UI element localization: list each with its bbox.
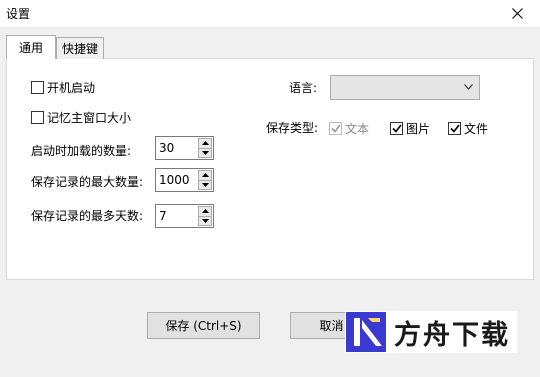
max-records-value[interactable]: 1000 <box>159 173 190 187</box>
window-title: 设置 <box>6 7 31 21</box>
max-days-stepper[interactable]: 7 <box>155 204 214 228</box>
save-type-image-label: 图片 <box>406 122 431 136</box>
language-label: 语言: <box>289 81 318 95</box>
max-days-label: 保存记录的最多天数: <box>31 209 144 223</box>
max-days-down-button[interactable] <box>198 216 212 226</box>
tab-shortcuts[interactable]: 快捷键 <box>56 37 104 59</box>
watermark-logo: 方舟下载 <box>345 311 517 353</box>
autostart-label: 开机启动 <box>47 81 96 95</box>
chevron-down-icon <box>464 84 473 90</box>
checkmark-icon <box>449 124 460 133</box>
save-type-image-checkbox[interactable]: 图片 <box>390 120 430 137</box>
load-count-up-button[interactable] <box>198 138 212 149</box>
save-type-text-checkbox[interactable]: 文本 <box>329 120 369 137</box>
load-count-label: 启动时加载的数量: <box>31 144 132 158</box>
load-count-stepper[interactable]: 30 <box>155 136 214 160</box>
arrow-up-icon <box>201 173 209 178</box>
close-button[interactable] <box>494 0 540 27</box>
arrow-down-icon <box>201 218 209 223</box>
checkmark-icon <box>391 124 402 133</box>
autostart-checkbox[interactable]: 开机启动 <box>31 79 95 96</box>
checkmark-icon <box>330 124 341 133</box>
save-type-file-checkbox[interactable]: 文件 <box>448 120 488 137</box>
remember-window-checkbox-box[interactable] <box>31 111 44 124</box>
save-type-image-box[interactable] <box>390 122 403 135</box>
load-count-value[interactable]: 30 <box>159 141 174 155</box>
remember-window-label: 记忆主窗口大小 <box>47 111 132 125</box>
arrow-down-icon <box>201 150 209 155</box>
watermark-mark-icon <box>346 312 386 352</box>
max-days-up-button[interactable] <box>198 206 212 217</box>
arrow-down-icon <box>201 182 209 187</box>
max-records-up-button[interactable] <box>198 170 212 181</box>
tab-general-label: 通用 <box>18 41 43 55</box>
cancel-button-label: 取消 <box>319 319 344 333</box>
autostart-checkbox-box[interactable] <box>31 81 44 94</box>
watermark-text: 方舟下载 <box>394 319 510 351</box>
arrow-up-icon <box>201 141 209 146</box>
max-days-value[interactable]: 7 <box>159 209 167 223</box>
close-icon <box>511 8 523 19</box>
language-select[interactable] <box>330 75 480 100</box>
tab-general[interactable]: 通用 <box>6 35 56 59</box>
save-type-file-label: 文件 <box>464 122 489 136</box>
max-records-down-button[interactable] <box>198 180 212 190</box>
save-button-label: 保存 (Ctrl+S) <box>165 319 242 333</box>
remember-window-checkbox[interactable]: 记忆主窗口大小 <box>31 109 131 126</box>
tab-shortcuts-label: 快捷键 <box>61 42 98 56</box>
arrow-up-icon <box>201 209 209 214</box>
save-type-text-box[interactable] <box>329 122 342 135</box>
save-types-label: 保存类型: <box>266 121 319 135</box>
max-records-label: 保存记录的最大数量: <box>31 175 144 189</box>
save-button[interactable]: 保存 (Ctrl+S) <box>147 312 260 339</box>
save-type-file-box[interactable] <box>448 122 461 135</box>
max-records-stepper[interactable]: 1000 <box>155 168 214 192</box>
load-count-down-button[interactable] <box>198 148 212 158</box>
title-bar: 设置 <box>0 0 540 27</box>
save-type-text-label: 文本 <box>345 122 370 136</box>
